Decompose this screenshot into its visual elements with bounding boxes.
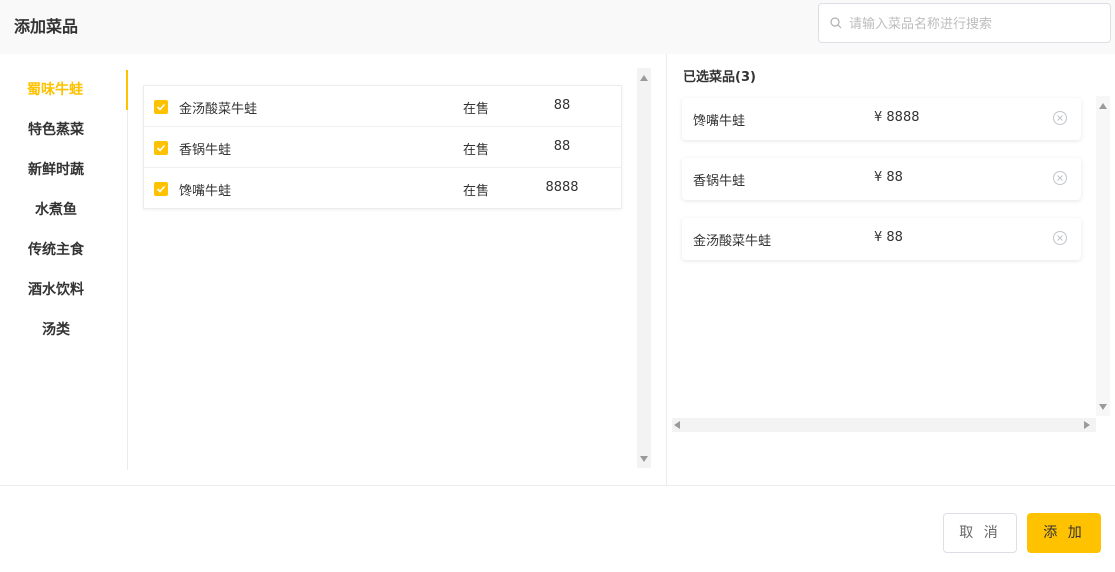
dish-row[interactable]: 金汤酸菜牛蛙 在售 88 (144, 86, 621, 127)
scroll-down-arrow-icon[interactable] (1099, 404, 1107, 410)
close-circle-icon[interactable] (1052, 170, 1068, 186)
selected-dish-card: 香锅牛蛙 ¥ 88 (682, 158, 1081, 200)
category-item[interactable]: 酒水饮料 (0, 270, 128, 310)
dish-checkbox[interactable] (154, 182, 168, 196)
dish-row[interactable]: 馋嘴牛蛙 在售 8888 (144, 168, 621, 209)
dish-checkbox[interactable] (154, 141, 168, 155)
dish-checkbox[interactable] (154, 100, 168, 114)
search-icon (830, 17, 842, 29)
category-item[interactable]: 水煮鱼 (0, 190, 128, 230)
check-icon (156, 185, 166, 193)
selected-dish-card: 馋嘴牛蛙 ¥ 8888 (682, 98, 1081, 140)
category-item[interactable]: 特色蒸菜 (0, 110, 128, 150)
selected-dish-name: 馋嘴牛蛙 (693, 114, 746, 129)
close-circle-icon[interactable] (1052, 110, 1068, 126)
dish-price: 88 (553, 139, 571, 154)
selected-dishes-title: 已选菜品(3) (683, 70, 756, 85)
dish-list-scrollbar[interactable] (637, 68, 651, 468)
scroll-right-arrow-icon[interactable] (1084, 421, 1090, 429)
selected-dish-card: 金汤酸菜牛蛙 ¥ 88 (682, 218, 1081, 260)
footer-divider (0, 485, 1115, 486)
check-icon (156, 144, 166, 152)
dish-name: 香锅牛蛙 (179, 143, 232, 158)
scroll-up-arrow-icon[interactable] (1099, 103, 1107, 109)
panel-divider (666, 54, 667, 485)
selected-dish-price: ¥ 88 (874, 230, 903, 245)
dish-table: 金汤酸菜牛蛙 在售 88 香锅牛蛙 在售 88 馋嘴牛蛙 在售 8888 (143, 85, 622, 209)
category-item[interactable]: 传统主食 (0, 230, 128, 270)
scroll-up-arrow-icon[interactable] (640, 75, 648, 81)
category-item-active[interactable]: 蜀味牛蛙 (0, 70, 128, 110)
search-input[interactable] (849, 12, 1099, 36)
check-icon (156, 103, 166, 111)
dish-status: 在售 (463, 102, 490, 117)
dish-status: 在售 (463, 184, 490, 199)
selected-dish-name: 香锅牛蛙 (693, 174, 746, 189)
scroll-left-arrow-icon[interactable] (674, 421, 680, 429)
dish-name: 金汤酸菜牛蛙 (179, 102, 258, 117)
selected-dish-name: 金汤酸菜牛蛙 (693, 234, 772, 249)
dish-name: 馋嘴牛蛙 (179, 184, 232, 199)
selected-list-hscrollbar[interactable] (672, 418, 1096, 432)
dish-status: 在售 (463, 143, 490, 158)
dish-price: 8888 (545, 180, 579, 195)
add-button[interactable]: 添 加 (1027, 513, 1101, 553)
category-list: 蜀味牛蛙 特色蒸菜 新鲜时蔬 水煮鱼 传统主食 酒水饮料 汤类 (0, 70, 128, 470)
scroll-down-arrow-icon[interactable] (640, 456, 648, 462)
close-circle-icon[interactable] (1052, 230, 1068, 246)
selected-list-scrollbar[interactable] (1096, 96, 1110, 416)
category-item[interactable]: 汤类 (0, 310, 128, 350)
dialog-title: 添加菜品 (14, 17, 79, 36)
category-item[interactable]: 新鲜时蔬 (0, 150, 128, 190)
selected-dish-price: ¥ 8888 (874, 110, 920, 125)
selected-dish-price: ¥ 88 (874, 170, 903, 185)
dish-row[interactable]: 香锅牛蛙 在售 88 (144, 127, 621, 168)
dialog-header: 添加菜品 (0, 0, 1115, 54)
search-box[interactable] (818, 3, 1111, 43)
cancel-button[interactable]: 取 消 (943, 513, 1017, 553)
dish-price: 88 (553, 98, 571, 113)
